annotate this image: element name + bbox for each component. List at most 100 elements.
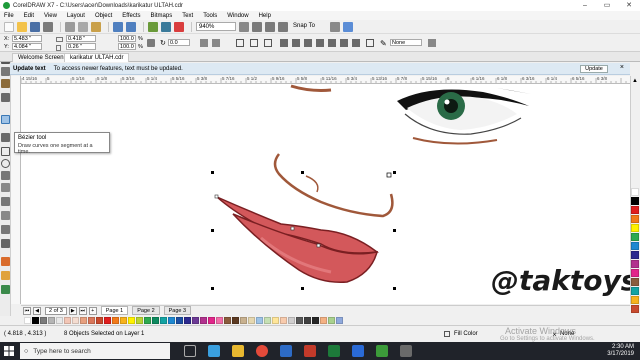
color-swatch[interactable] [631,224,639,232]
app-icon-red[interactable] [304,345,316,357]
simplify-icon[interactable] [316,39,324,47]
menu-view[interactable]: View [44,13,57,19]
color-swatch[interactable] [216,317,223,324]
app-icon-blue[interactable] [352,345,364,357]
rotation-angle-field[interactable]: 0.0 [168,39,190,46]
save-icon[interactable] [30,21,40,32]
snap-to-dropdown[interactable]: Snap To [291,22,327,31]
color-swatch[interactable] [631,242,639,250]
color-swatch[interactable] [144,317,151,324]
back-minus-front-icon[interactable] [340,39,348,47]
menu-edit[interactable]: Edit [24,13,34,19]
menu-file[interactable]: File [4,13,14,19]
color-swatch[interactable] [24,317,31,324]
crop-tool-icon[interactable] [1,79,10,88]
color-swatch[interactable] [40,317,47,324]
parallel-dimension-icon[interactable] [1,197,10,206]
color-swatch[interactable] [631,188,639,196]
x-position-field[interactable]: 5.483 " [12,35,42,42]
horizontal-ruler[interactable]: 4 15/16 5 5 1/16 5 1/8 5 3/16 5 1/4 5 5/16 5 3/… [21,76,630,84]
color-swatch[interactable] [152,317,159,324]
scale-height-field[interactable]: 100.0 [118,43,136,50]
close-icon[interactable]: × [620,64,624,71]
scroll-up-icon[interactable]: ▲ [632,78,638,84]
transparency-icon[interactable] [1,239,10,248]
guidelines-icon[interactable] [278,21,288,32]
color-swatch[interactable] [224,317,231,324]
menu-bitmaps[interactable]: Bitmaps [151,13,173,19]
color-swatch[interactable] [48,317,55,324]
boundary-icon[interactable] [352,39,360,47]
color-swatch[interactable] [336,317,343,324]
color-swatch[interactable] [128,317,135,324]
color-swatch[interactable] [296,317,303,324]
color-swatch[interactable] [136,317,143,324]
color-swatch[interactable] [168,317,175,324]
outline-width-select[interactable]: None [390,39,422,46]
drop-shadow-icon[interactable] [1,225,10,234]
quick-customize-icon[interactable] [428,39,436,47]
page-tab-1[interactable]: Page 1 [100,306,129,315]
cut-icon[interactable] [65,21,75,32]
next-page-button[interactable]: ▶ [68,306,77,315]
color-swatch[interactable] [232,317,239,324]
color-swatch[interactable] [208,317,215,324]
menu-text[interactable]: Text [182,13,193,19]
menu-tools[interactable]: Tools [203,13,217,19]
new-document-icon[interactable] [4,21,14,32]
intersect-icon[interactable] [304,39,312,47]
coreldraw-taskbar-icon[interactable] [376,345,388,357]
color-swatch[interactable] [72,317,79,324]
color-swatch[interactable] [160,317,167,324]
color-swatch[interactable] [320,317,327,324]
color-swatch[interactable] [192,317,199,324]
export-icon[interactable] [161,21,171,32]
task-view-icon[interactable] [184,345,196,357]
last-page-button[interactable]: ⏭ [78,306,87,315]
eyedropper-icon[interactable] [1,257,10,266]
launch-icon[interactable] [343,21,353,32]
rotation-handle[interactable] [386,172,392,178]
maximize-button[interactable]: ▭ [596,0,618,11]
drawing-canvas[interactable]: @taktoys [21,84,630,304]
minimize-button[interactable]: – [574,0,596,11]
app-icon-gray[interactable] [400,345,412,357]
group-icon[interactable] [236,39,244,47]
edge-icon[interactable] [208,345,220,357]
connector-tool-icon[interactable] [1,211,10,220]
polygon-tool-icon[interactable] [1,171,10,180]
grid-icon[interactable] [265,21,275,32]
ungroup-icon[interactable] [250,39,258,47]
color-swatch[interactable] [96,317,103,324]
tab-welcome-screen[interactable]: Welcome Screen [12,53,70,62]
color-swatch[interactable] [200,317,207,324]
color-swatch[interactable] [112,317,119,324]
paste-icon[interactable] [91,21,101,32]
bezier-tool-icon[interactable] [1,115,10,124]
menu-object[interactable]: Object [95,13,112,19]
menu-help[interactable]: Help [259,13,271,19]
print-icon[interactable] [43,21,53,32]
close-button[interactable]: ✕ [618,0,640,11]
color-palette-horizontal[interactable] [0,316,640,325]
full-screen-icon[interactable] [239,21,249,32]
scale-width-field[interactable]: 100.0 [118,35,136,42]
color-swatch[interactable] [104,317,111,324]
weld-icon[interactable] [280,39,288,47]
color-swatch[interactable] [240,317,247,324]
artistic-media-icon[interactable] [1,133,10,142]
color-swatch[interactable] [120,317,127,324]
settings-icon[interactable] [330,21,340,32]
update-button[interactable]: Update [580,65,608,73]
file-explorer-icon[interactable] [232,345,244,357]
shape-tool-icon[interactable] [1,67,10,76]
add-page-button[interactable]: + [88,306,97,315]
color-swatch[interactable] [80,317,87,324]
color-swatch[interactable] [176,317,183,324]
color-palette-vertical[interactable] [630,188,640,314]
undo-icon[interactable] [113,21,123,32]
trim-icon[interactable] [292,39,300,47]
smart-fill-icon[interactable] [1,285,10,294]
system-clock[interactable]: 2:30 AM 3/17/2019 [607,344,634,358]
height-field[interactable]: 0.26 " [66,43,96,50]
